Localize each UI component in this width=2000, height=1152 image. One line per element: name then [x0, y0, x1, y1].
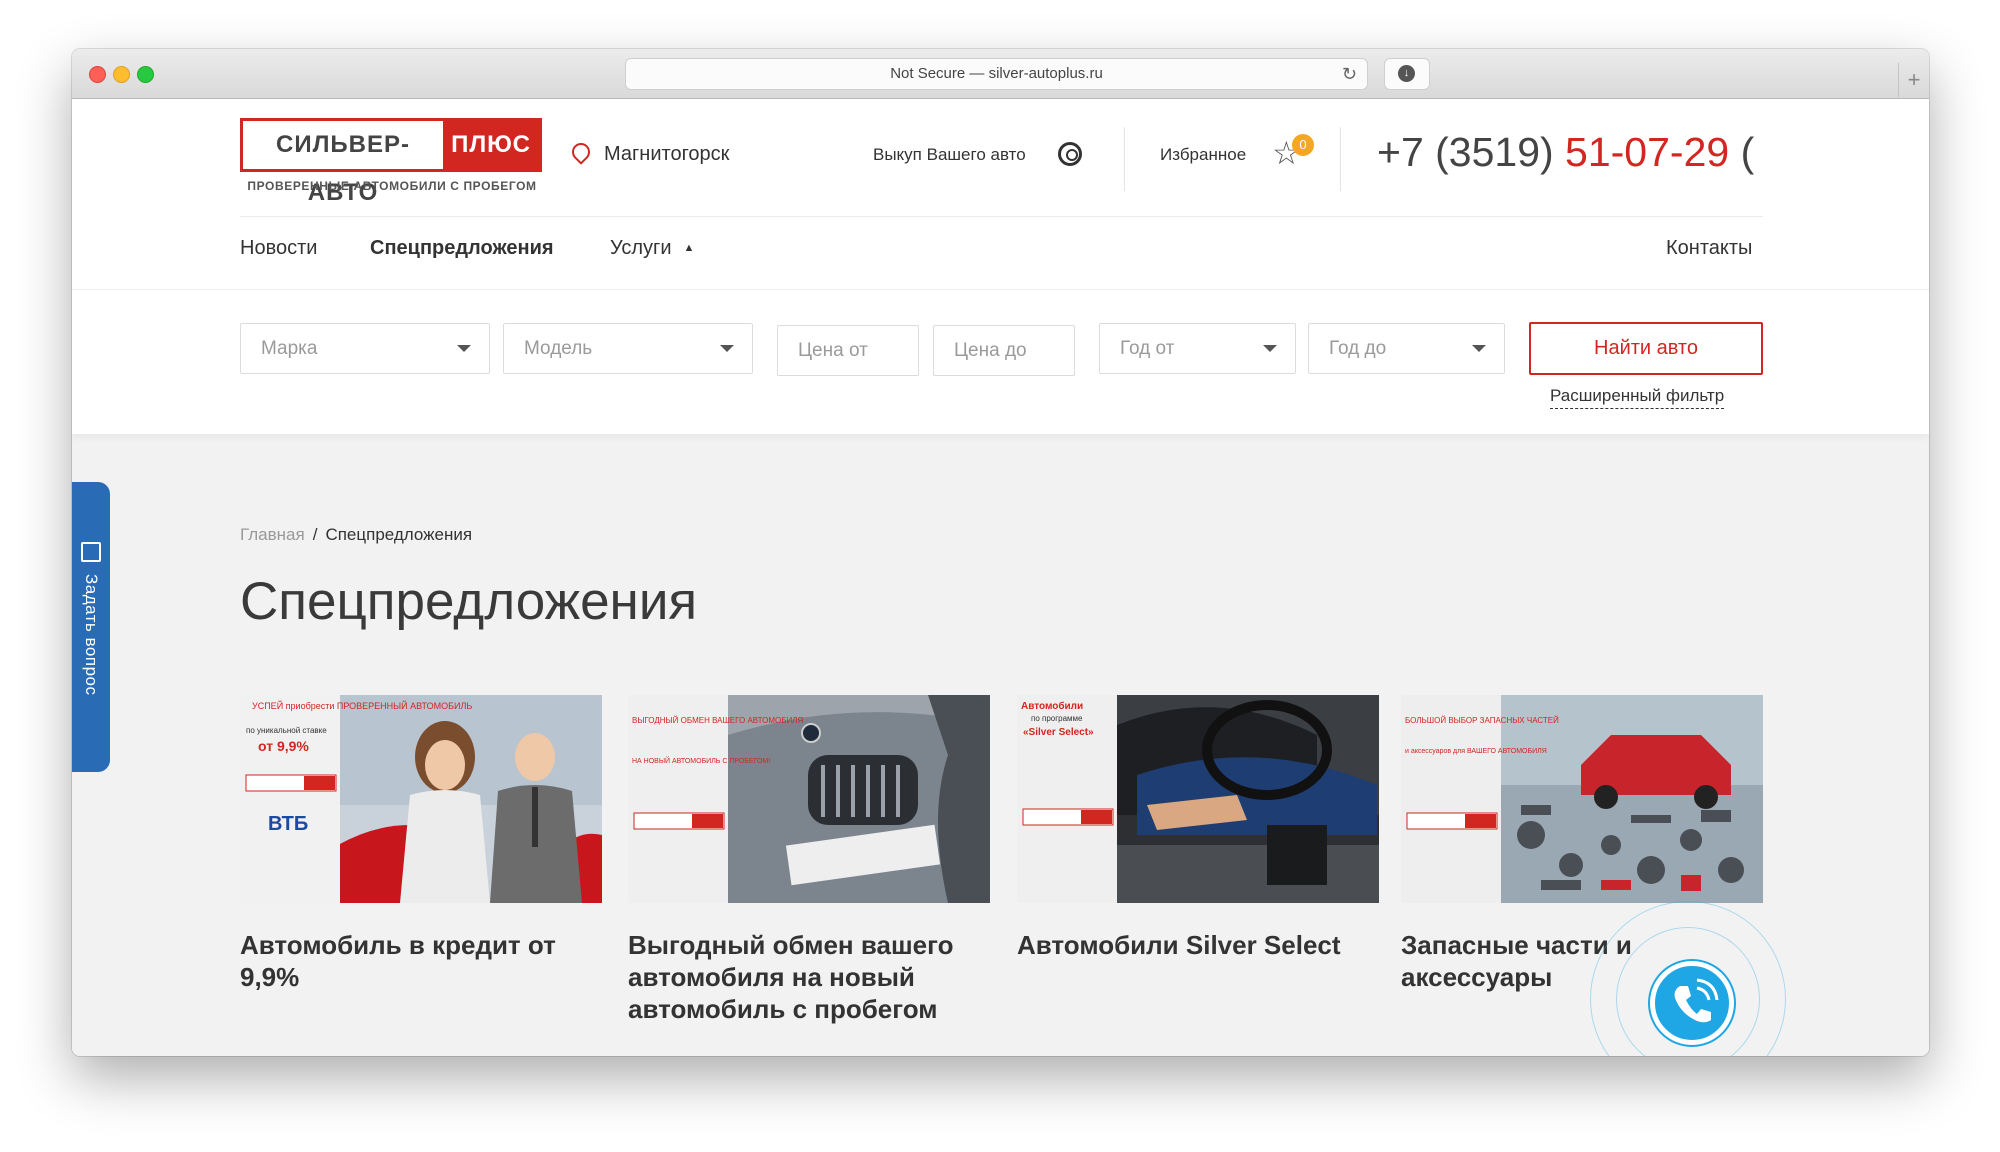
minimize-window-button[interactable] — [113, 66, 130, 83]
close-window-button[interactable] — [89, 66, 106, 83]
nav-offers[interactable]: Спецпредложения — [370, 237, 554, 260]
logo-subtitle: ПРОВЕРЕННЫЕ АВТОМОБИЛИ С ПРОБЕГОМ — [247, 179, 537, 193]
offer-card-image[interactable]: УСПЕЙ приобрести ПРОВЕРЕННЫЙ АВТОМОБИЛЬ … — [240, 695, 602, 903]
header-divider — [1340, 127, 1341, 191]
price-to-input[interactable]: Цена до — [933, 325, 1075, 376]
phone-number[interactable]: +7 (3519) 51-07-29 ( — [1377, 119, 1767, 179]
nav-news[interactable]: Новости — [240, 237, 317, 260]
svg-text:БОЛЬШОЙ ВЫБОР ЗАПАСНЫХ ЧАСТЕЙ: БОЛЬШОЙ ВЫБОР ЗАПАСНЫХ ЧАСТЕЙ — [1405, 716, 1559, 725]
year-to-value: Год до — [1329, 338, 1387, 359]
offer-card-image[interactable]: Автомобили по программе «Silver Select» — [1017, 695, 1379, 903]
price-from-input[interactable]: Цена от — [777, 325, 919, 376]
credit-offer-image: УСПЕЙ приобрести ПРОВЕРЕННЫЙ АВТОМОБИЛЬ … — [240, 695, 602, 903]
model-select-value: Модель — [524, 338, 593, 359]
envelope-icon — [81, 542, 101, 562]
svg-text:по программе: по программе — [1031, 714, 1083, 723]
offer-card-title[interactable]: Автомобиль в кредит от 9,9% — [240, 929, 610, 993]
find-car-button[interactable]: Найти авто — [1529, 322, 1763, 375]
silver-select-offer-image: Автомобили по программе «Silver Select» — [1017, 695, 1379, 903]
reload-icon[interactable]: ↻ — [1342, 59, 1357, 89]
make-select[interactable]: Марка — [240, 323, 490, 374]
offer-card-image[interactable]: БОЛЬШОЙ ВЫБОР ЗАПАСНЫХ ЧАСТЕЙ и аксессуа… — [1401, 695, 1763, 903]
maximize-window-button[interactable] — [137, 66, 154, 83]
new-tab-button[interactable]: + — [1898, 63, 1929, 97]
favorites-link[interactable]: Избранное — [1160, 145, 1246, 165]
breadcrumb: Главная / Спецпредложения — [240, 525, 472, 545]
offer-card-title[interactable]: Выгодный обмен вашего автомобиля на новы… — [628, 929, 998, 1025]
phone-prefix: +7 (3519) — [1377, 129, 1566, 175]
logo-text-left: СИЛЬВЕР-АВТО — [275, 131, 410, 206]
chevron-up-icon: ▲ — [683, 242, 695, 254]
downloads-button[interactable]: ↓ — [1384, 58, 1430, 90]
year-from-select[interactable]: Год от — [1099, 323, 1296, 374]
dropdown-arrow-icon — [457, 345, 471, 352]
nav-services-label: Услуги — [610, 237, 672, 259]
svg-text:ВТБ: ВТБ — [268, 813, 308, 835]
make-select-value: Марка — [261, 338, 318, 359]
nav-services[interactable]: Услуги ▲ — [610, 237, 694, 260]
svg-text:и аксессуаров для ВАШЕГО АВТОМ: и аксессуаров для ВАШЕГО АВТОМОБИЛЯ — [1405, 748, 1547, 755]
browser-titlebar: Not Secure — silver-autoplus.ru ↻ ↓ + — [72, 49, 1929, 99]
callback-button[interactable] — [1650, 961, 1734, 1045]
page: СИЛЬВЕР-АВТО ПЛЮС ПРОВЕРЕННЫЕ АВТОМОБИЛИ… — [72, 99, 1929, 1056]
svg-text:НА НОВЫЙ АВТОМОБИЛЬ С ПРОБЕГОМ: НА НОВЫЙ АВТОМОБИЛЬ С ПРОБЕГОМ! — [632, 756, 770, 765]
ask-question-tab[interactable]: Задать вопрос — [72, 482, 110, 772]
svg-text:ВЫГОДНЫЙ ОБМЕН ВАШЕГО АВТОМОБИ: ВЫГОДНЫЙ ОБМЕН ВАШЕГО АВТОМОБИЛЯ — [632, 716, 803, 725]
year-from-value: Год от — [1120, 338, 1175, 359]
phone-call-icon — [1674, 978, 1719, 1023]
page-title: Спецпредложения — [240, 572, 698, 631]
breadcrumb-home[interactable]: Главная — [240, 525, 305, 544]
buyout-link[interactable]: Выкуп Вашего авто — [873, 145, 1026, 165]
download-icon: ↓ — [1398, 65, 1415, 82]
year-to-select[interactable]: Год до — [1308, 323, 1505, 374]
svg-text:по уникальной ставке: по уникальной ставке — [246, 726, 327, 735]
site-logo[interactable]: СИЛЬВЕР-АВТО ПЛЮС — [240, 118, 542, 206]
address-bar[interactable]: Not Secure — silver-autoplus.ru ↻ — [625, 58, 1368, 90]
plus-icon: + — [1907, 67, 1921, 92]
city-selector[interactable]: Магнитогорск — [568, 139, 730, 166]
phone-trailing-icon: ( — [1729, 129, 1755, 175]
dropdown-arrow-icon — [720, 345, 734, 352]
ask-question-label: Задать вопрос — [82, 574, 101, 696]
model-select[interactable]: Модель — [503, 323, 753, 374]
price-to-placeholder: Цена до — [954, 340, 1027, 361]
dropdown-arrow-icon — [1472, 345, 1486, 352]
address-text: Not Secure — silver-autoplus.ru — [890, 65, 1103, 82]
favorites-count-badge: 0 — [1292, 134, 1314, 156]
phone-main: 51-07-29 — [1565, 129, 1730, 175]
svg-text:от 9,9%: от 9,9% — [258, 738, 309, 754]
city-name: Магнитогорск — [604, 143, 730, 165]
breadcrumb-current: Спецпредложения — [325, 525, 473, 544]
breadcrumb-separator: / — [312, 525, 318, 544]
price-from-placeholder: Цена от — [798, 340, 868, 361]
spare-parts-offer-image: БОЛЬШОЙ ВЫБОР ЗАПАСНЫХ ЧАСТЕЙ и аксессуа… — [1401, 695, 1763, 903]
svg-text:Автомобили: Автомобили — [1021, 700, 1083, 712]
dropdown-arrow-icon — [1263, 345, 1277, 352]
browser-window: Not Secure — silver-autoplus.ru ↻ ↓ + СИ… — [72, 49, 1929, 1056]
nav-contacts[interactable]: Контакты — [1666, 237, 1752, 260]
logo-text-right: ПЛЮС — [443, 121, 539, 169]
location-pin-icon — [568, 139, 594, 165]
offer-card-image[interactable]: ВЫГОДНЫЙ ОБМЕН ВАШЕГО АВТОМОБИЛЯ НА НОВЫ… — [628, 695, 990, 903]
advanced-filter-link[interactable]: Расширенный фильтр — [1550, 386, 1725, 409]
nav-divider — [240, 216, 1763, 217]
offer-card-title[interactable]: Автомобили Silver Select — [1017, 929, 1387, 961]
steering-wheel-icon — [1058, 142, 1082, 166]
svg-text:УСПЕЙ приобрести ПРОВЕРЕННЫЙ А: УСПЕЙ приобрести ПРОВЕРЕННЫЙ АВТОМОБИЛЬ — [252, 700, 472, 711]
svg-text:«Silver Select»: «Silver Select» — [1023, 727, 1094, 738]
header-divider — [1124, 127, 1125, 191]
trade-in-offer-image: ВЫГОДНЫЙ ОБМЕН ВАШЕГО АВТОМОБИЛЯ НА НОВЫ… — [628, 695, 990, 903]
